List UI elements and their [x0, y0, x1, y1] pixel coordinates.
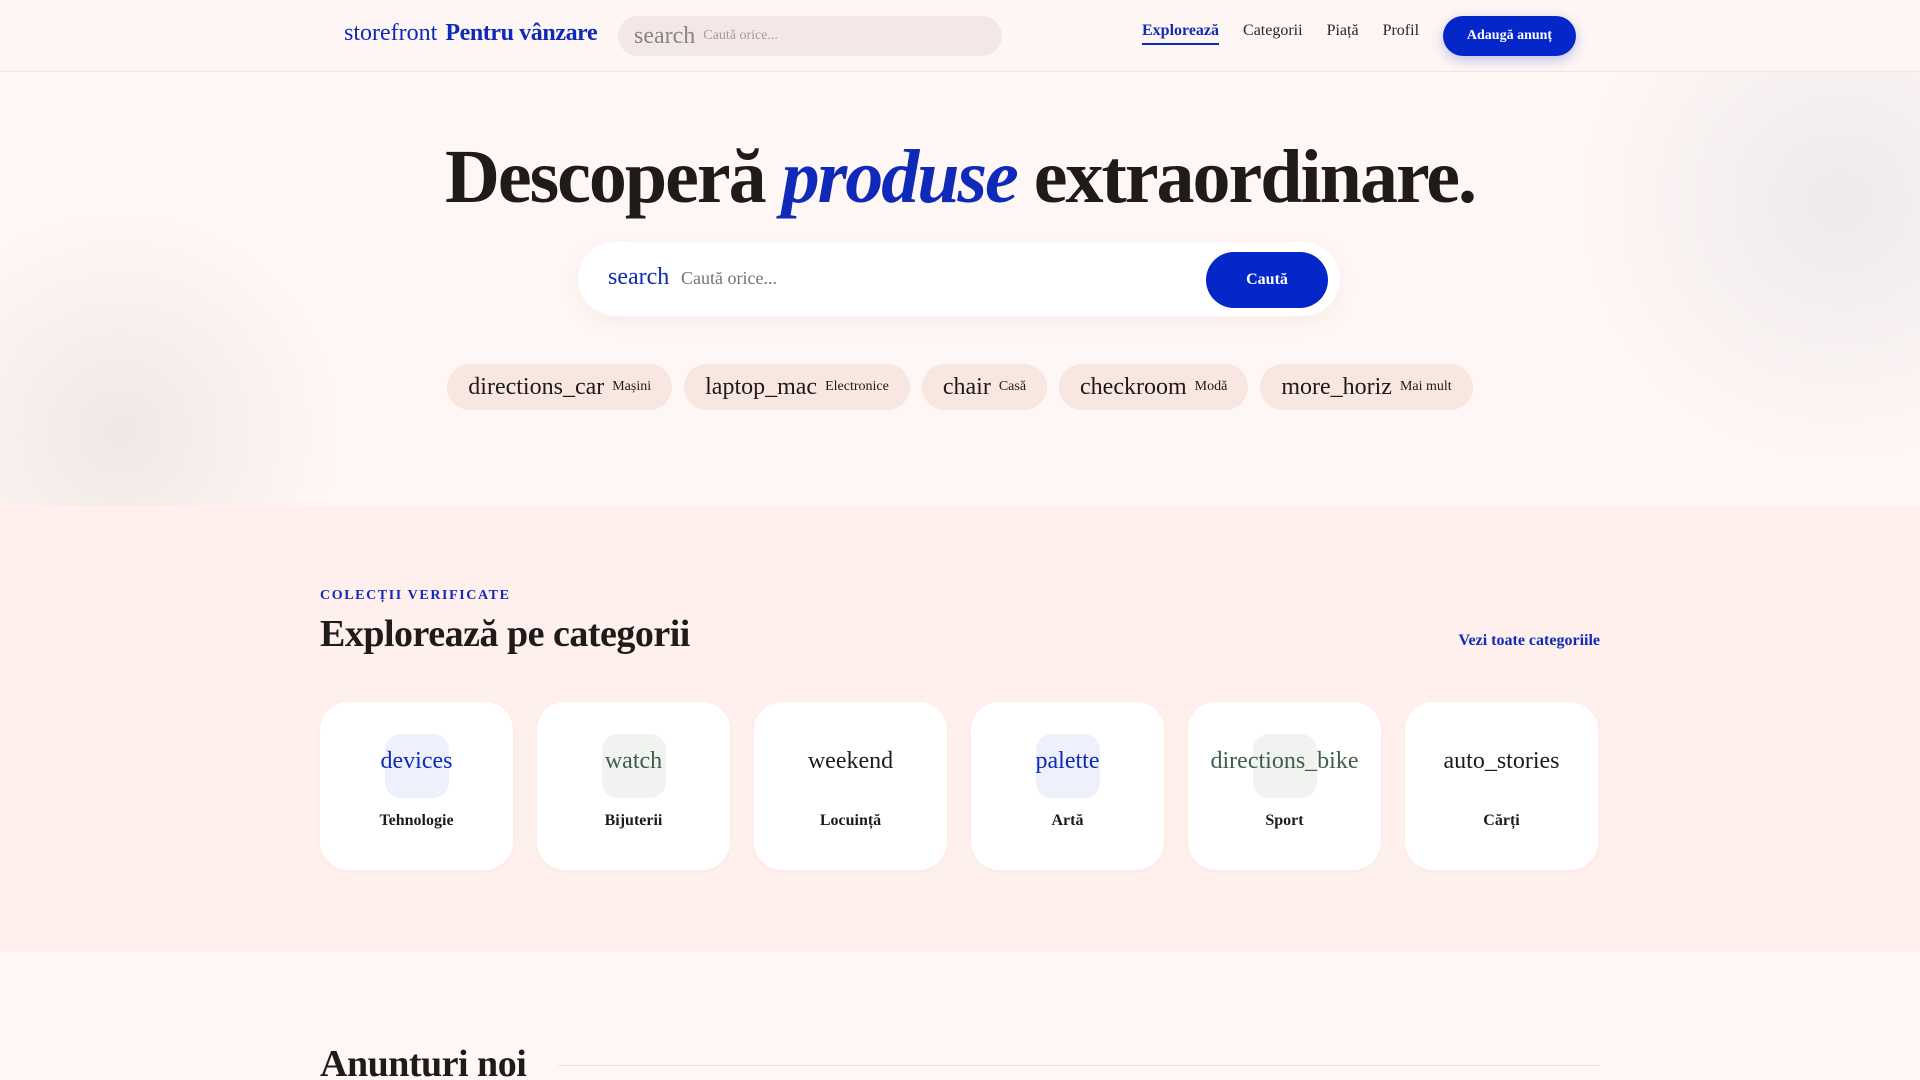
book-icon: auto_stories — [1443, 748, 1560, 774]
top-navigation: storefront Pentru vânzare search Caută o… — [0, 0, 1920, 72]
category-label: Tehnologie — [379, 812, 454, 829]
category-cards: devices Tehnologie watch Bijuterii weeke… — [320, 702, 1598, 870]
latest-listings-title: Anunturi noi — [320, 1043, 527, 1080]
search-icon: search — [634, 22, 696, 49]
chip-cars[interactable]: directions_car Mașini — [447, 364, 673, 410]
categories-section: COLECȚII VERIFICATE Explorează pe catego… — [0, 506, 1920, 952]
checkroom-icon: checkroom — [1080, 373, 1187, 400]
chip-label: Modă — [1194, 379, 1228, 394]
more-horiz-icon: more_horiz — [1281, 373, 1392, 400]
laptop-icon: laptop_mac — [705, 373, 818, 400]
category-label: Locuință — [819, 812, 882, 829]
category-card-books[interactable]: auto_stories Cărți — [1405, 702, 1598, 870]
chip-label: Mai mult — [1399, 379, 1452, 394]
brand-name: Pentru vânzare — [445, 20, 598, 46]
storefront-icon: storefront — [344, 20, 438, 46]
category-card-technology[interactable]: devices Tehnologie — [320, 702, 513, 870]
devices-icon: devices — [380, 748, 453, 774]
search-icon: search — [608, 264, 670, 290]
hero-search-placeholder: Caută orice... — [681, 268, 777, 288]
nav-link-categories[interactable]: Categorii — [1243, 22, 1303, 45]
category-card-jewelry[interactable]: watch Bijuterii — [537, 702, 730, 870]
hero-title-accent: produse — [781, 135, 1019, 219]
category-label: Bijuterii — [604, 812, 663, 829]
chair-icon: chair — [942, 373, 991, 400]
section-eyebrow: COLECȚII VERIFICATE — [320, 588, 511, 603]
chip-label: Mașini — [612, 379, 652, 394]
hero-title-start: Descoperă — [444, 135, 782, 219]
nav-search-input[interactable]: search Caută orice... — [618, 16, 1002, 56]
nav-link-profile[interactable]: Profil — [1383, 22, 1419, 45]
see-all-categories-link[interactable]: Vezi toate categoriile — [1458, 632, 1600, 650]
palette-icon: palette — [1035, 748, 1100, 774]
chip-electronics[interactable]: laptop_mac Electronice — [684, 364, 910, 410]
hero-title: Descoperă produse extraordinare. — [0, 134, 1920, 221]
bike-icon: directions_bike — [1210, 748, 1359, 774]
add-listing-button[interactable]: Adaugă anunț — [1443, 16, 1576, 56]
hero-search-bar[interactable]: search Caută orice... Caută — [578, 242, 1340, 316]
category-card-art[interactable]: palette Artă — [971, 702, 1164, 870]
chip-home[interactable]: chair Casă — [921, 364, 1048, 410]
category-label: Cărți — [1483, 812, 1520, 829]
latest-listings-section: Anunturi noi — [0, 952, 1920, 1080]
chip-label: Electronice — [825, 379, 889, 394]
weekend-icon: weekend — [807, 748, 894, 774]
chip-label: Casă — [998, 379, 1027, 394]
category-card-sport[interactable]: directions_bike Sport — [1188, 702, 1381, 870]
section-title: Explorează pe categorii — [320, 613, 690, 655]
chip-more[interactable]: more_horiz Mai mult — [1260, 364, 1473, 410]
category-label: Artă — [1051, 812, 1084, 829]
category-card-housing[interactable]: weekend Locuință — [754, 702, 947, 870]
main-nav-links: Explorează Categorii Piață Profil — [1142, 22, 1419, 45]
watch-icon: watch — [604, 748, 663, 774]
car-icon: directions_car — [468, 373, 605, 400]
brand-logo[interactable]: storefront Pentru vânzare — [344, 20, 598, 52]
quick-category-chips: directions_car Mașini laptop_mac Electro… — [0, 364, 1920, 410]
category-label: Sport — [1265, 812, 1304, 829]
hero-title-end: extraordinare. — [1016, 135, 1477, 219]
chip-fashion[interactable]: checkroom Modă — [1059, 364, 1249, 410]
section-divider — [558, 1065, 1600, 1066]
nav-search-placeholder: Caută orice... — [703, 28, 778, 43]
search-button[interactable]: Caută — [1206, 252, 1328, 308]
nav-link-explore[interactable]: Explorează — [1142, 22, 1220, 45]
hero-section: Descoperă produse extraordinare. search … — [0, 72, 1920, 506]
nav-link-market[interactable]: Piață — [1327, 22, 1359, 45]
